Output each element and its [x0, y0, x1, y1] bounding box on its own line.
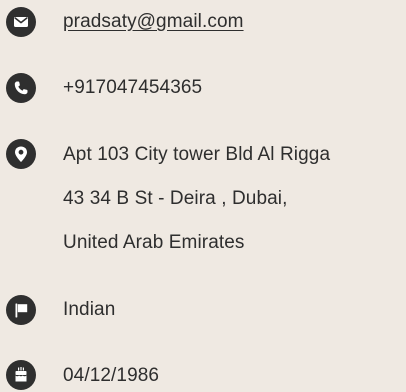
address-row: Apt 103 City tower Bld Al Rigga 43 34 B …: [6, 137, 406, 267]
birthdate-row: 04/12/1986: [6, 358, 406, 392]
birthday-cake-icon: [6, 360, 36, 390]
nationality-row: Indian: [6, 292, 406, 328]
birthdate-value: 04/12/1986: [63, 365, 160, 386]
address-line-2: 43 34 B St - Deira , Dubai,: [63, 188, 288, 209]
phone-number: +917047454365: [63, 77, 203, 98]
address-text: Apt 103 City tower Bld Al Rigga 43 34 B …: [63, 143, 330, 275]
email-link[interactable]: pradsaty@gmail.com: [63, 10, 244, 34]
phone-icon: [6, 73, 36, 103]
flag-icon: [6, 295, 36, 325]
address-line-3: United Arab Emirates: [63, 232, 245, 253]
email-row: pradsaty@gmail.com: [6, 4, 406, 40]
nationality-value: Indian: [63, 299, 116, 320]
address-line-1: Apt 103 City tower Bld Al Rigga: [63, 144, 331, 165]
envelope-icon: [6, 7, 36, 37]
contact-list: pradsaty@gmail.com +917047454365 Apt 103…: [0, 0, 406, 392]
phone-row: +917047454365: [6, 70, 406, 106]
map-marker-icon: [6, 139, 36, 169]
